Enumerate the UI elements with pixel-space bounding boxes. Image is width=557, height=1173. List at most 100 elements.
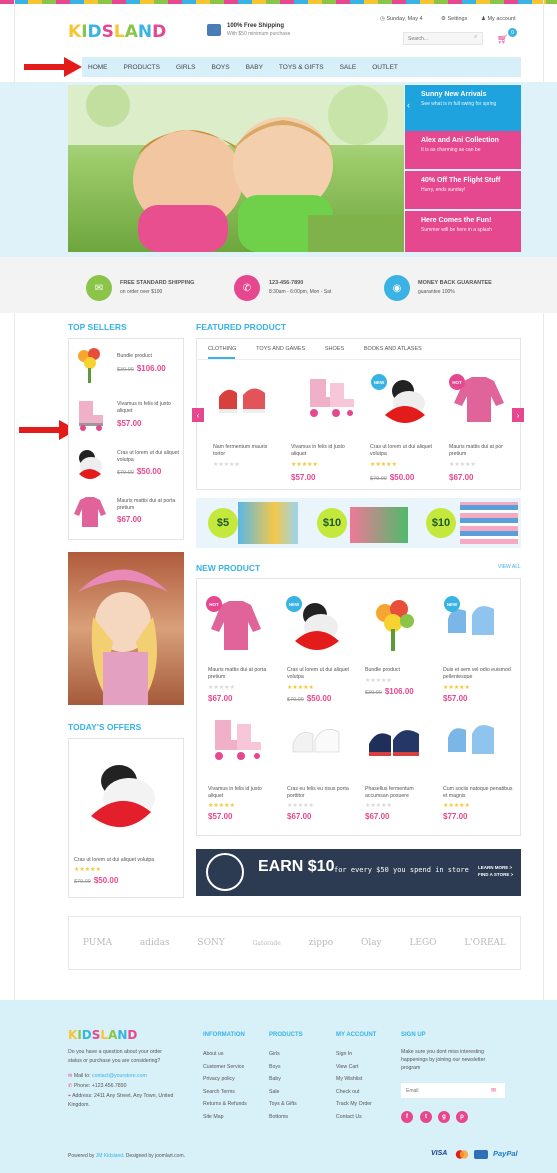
slider-tab[interactable]: 40% Off The Flight Stuff Hurry, ends sun… [405, 171, 521, 209]
product-name[interactable]: Cras ut lorem ut dui aliquet volutpa [74, 857, 179, 864]
footer-link[interactable]: Bottoms [269, 1111, 297, 1124]
product-name[interactable]: Duis et sem vel odio euismod pellentesqu… [443, 667, 513, 681]
footer-link[interactable]: Site Map [203, 1111, 247, 1124]
footer-link[interactable]: About us [203, 1048, 247, 1061]
twitter-icon[interactable]: t [420, 1111, 432, 1123]
flower-bouquet-image[interactable] [72, 345, 108, 385]
hero-slide-image[interactable] [68, 85, 404, 252]
puppy-image[interactable] [72, 444, 108, 484]
tab-shoes[interactable]: SHOES [325, 346, 344, 352]
footer-link[interactable]: Sign In [336, 1048, 372, 1061]
rewards-seal-icon [206, 853, 244, 891]
phone-icon: ✆ [68, 1083, 73, 1089]
carousel-prev-button[interactable]: ‹ [192, 408, 204, 422]
todays-offers-title: TODAY'S OFFERS [68, 722, 142, 732]
slider-tab-active[interactable]: Sunny New Arrivals See what is in full s… [405, 85, 521, 131]
product-name[interactable]: Mauris mattis dui at porta pretium [208, 667, 278, 681]
product-name[interactable]: Vivamus in felis id justo aliquet [117, 401, 179, 415]
footer-logo[interactable]: KIDSLAND [68, 1028, 137, 1042]
white-shoes-image[interactable] [285, 712, 349, 772]
site-logo[interactable]: KIDSLAND [68, 22, 166, 42]
nav-item-toys-gifts[interactable]: TOYS & GIFTS [279, 64, 324, 71]
puppy-heart-image[interactable] [80, 755, 170, 835]
brand-logo[interactable]: Olay [361, 938, 382, 948]
nav-item-outlet[interactable]: OUTLET [372, 64, 398, 71]
mail-icon[interactable]: ✉ [491, 1087, 496, 1094]
footer-mail-link[interactable]: contact@yourstore.com [92, 1073, 147, 1079]
footer-link[interactable]: Boys [269, 1061, 297, 1074]
brand-logo[interactable]: zippo [309, 938, 334, 948]
search-icon[interactable]: ⌕ [474, 34, 477, 41]
pinterest-icon[interactable]: p [456, 1111, 468, 1123]
footer-link[interactable]: My Wishlist [336, 1073, 372, 1086]
brand-logo[interactable]: SONY [197, 938, 224, 948]
product-name[interactable]: Bundle product [365, 667, 435, 674]
brand-logo[interactable]: LEGO [409, 938, 436, 948]
settings-link[interactable]: ⚙ Settings [441, 16, 467, 22]
nav-item-baby[interactable]: BABY [246, 64, 263, 71]
main-nav: HOME PRODUCTS GIRLS BOYS BABY TOYS & GIF… [82, 57, 521, 77]
roller-skate-image[interactable] [205, 712, 269, 772]
newsletter-email-input[interactable] [401, 1083, 505, 1098]
brand-logo[interactable]: Gatorade [253, 940, 281, 947]
product-name[interactable]: Cras eu felis eu risus porta porttitor [287, 786, 357, 800]
nav-item-sale[interactable]: SALE [340, 64, 357, 71]
footer-link[interactable]: Returns & Refunds [203, 1098, 247, 1111]
earn-cta-links[interactable]: LEARN MORE > FIND A STORE > [478, 864, 516, 878]
truck-icon: ✉ [86, 275, 112, 301]
featured-product-title: FEATURED PRODUCT [196, 322, 287, 332]
roller-skate-image[interactable] [300, 375, 360, 425]
footer-link[interactable]: Search Terms [203, 1086, 247, 1099]
navy-sneakers-image[interactable] [363, 712, 427, 772]
footer-link[interactable]: Track My Order [336, 1098, 372, 1111]
footer-link[interactable]: Toys & Gifts [269, 1098, 297, 1111]
search-input[interactable] [403, 32, 483, 45]
footer-link[interactable]: View Cart [336, 1061, 372, 1074]
footer-link[interactable]: Privacy policy [203, 1073, 247, 1086]
google-plus-icon[interactable]: g [438, 1111, 450, 1123]
tab-toys-and-games[interactable]: TOYS AND GAMES [256, 346, 305, 352]
red-shoes-image[interactable] [215, 375, 275, 425]
footer-link[interactable]: Customer Service [203, 1061, 247, 1074]
footer-link[interactable]: Baby [269, 1073, 297, 1086]
facebook-icon[interactable]: f [401, 1111, 413, 1123]
price-badge: $10 [426, 508, 456, 538]
mail-icon: ✉ [68, 1073, 73, 1079]
product-name[interactable]: Cras ut lorem ut dui aliquet volutpa [370, 444, 435, 458]
carousel-next-button[interactable]: › [512, 408, 524, 422]
flower-bouquet-image[interactable] [363, 595, 427, 655]
product-name[interactable]: Mauris mattis dui at porta pretium [117, 498, 179, 512]
product-name[interactable]: Vivamus in felis id justo aliquet [208, 786, 278, 800]
product-name[interactable]: Cras ut lorem ut dui aliquet volutpa [287, 667, 357, 681]
footer-link[interactable]: Sale [269, 1086, 297, 1099]
powered-by-link[interactable]: JM Kidsland [96, 1153, 123, 1159]
product-name[interactable]: Cum sociis natoque penatibus et magnis [443, 786, 513, 800]
brand-logo[interactable]: PUMA [83, 938, 112, 948]
tab-clothing[interactable]: CLOTHING [208, 346, 236, 352]
baby-booties-image[interactable] [440, 712, 508, 772]
slider-tab[interactable]: Alex and Ani Collection It is as charmin… [405, 131, 521, 169]
product-name[interactable]: Phasellus fermentum accumsan posuere [365, 786, 435, 800]
cart-icon[interactable]: 🛒︎ [497, 34, 508, 45]
roller-skate-image[interactable] [72, 395, 108, 435]
product-name[interactable]: Vivamus in felis id justo aliquet [291, 444, 356, 458]
brand-logo[interactable]: L'OREAL [464, 938, 506, 948]
brand-logo[interactable]: adidas [140, 938, 170, 948]
product-name[interactable]: Mauris mattis dui at por pretium [449, 444, 514, 458]
product-name[interactable]: Nam fermentum mauris tortor [213, 444, 278, 458]
girl-banner-image[interactable] [68, 552, 184, 705]
nav-item-boys[interactable]: BOYS [212, 64, 230, 71]
account-link[interactable]: ♟ My account [481, 16, 516, 22]
view-all-link[interactable]: VIEW ALL [498, 564, 521, 570]
pink-jacket-image[interactable] [72, 492, 108, 532]
nav-item-products[interactable]: PRODUCTS [124, 64, 160, 71]
slider-tab[interactable]: Here Comes the Fun! Summer will be here … [405, 211, 521, 252]
product-name[interactable]: Bundle product [117, 353, 179, 360]
footer-link[interactable]: Girls [269, 1048, 297, 1061]
product-name[interactable]: Cras ut lorem ut dui aliquet volutpa [117, 450, 179, 464]
footer-link[interactable]: Check out [336, 1086, 372, 1099]
footer-link[interactable]: Contact Us [336, 1111, 372, 1124]
nav-item-home[interactable]: HOME [88, 64, 108, 71]
tab-books-and-atlases[interactable]: BOOKS AND ATLASES [364, 346, 422, 352]
nav-item-girls[interactable]: GIRLS [176, 64, 196, 71]
